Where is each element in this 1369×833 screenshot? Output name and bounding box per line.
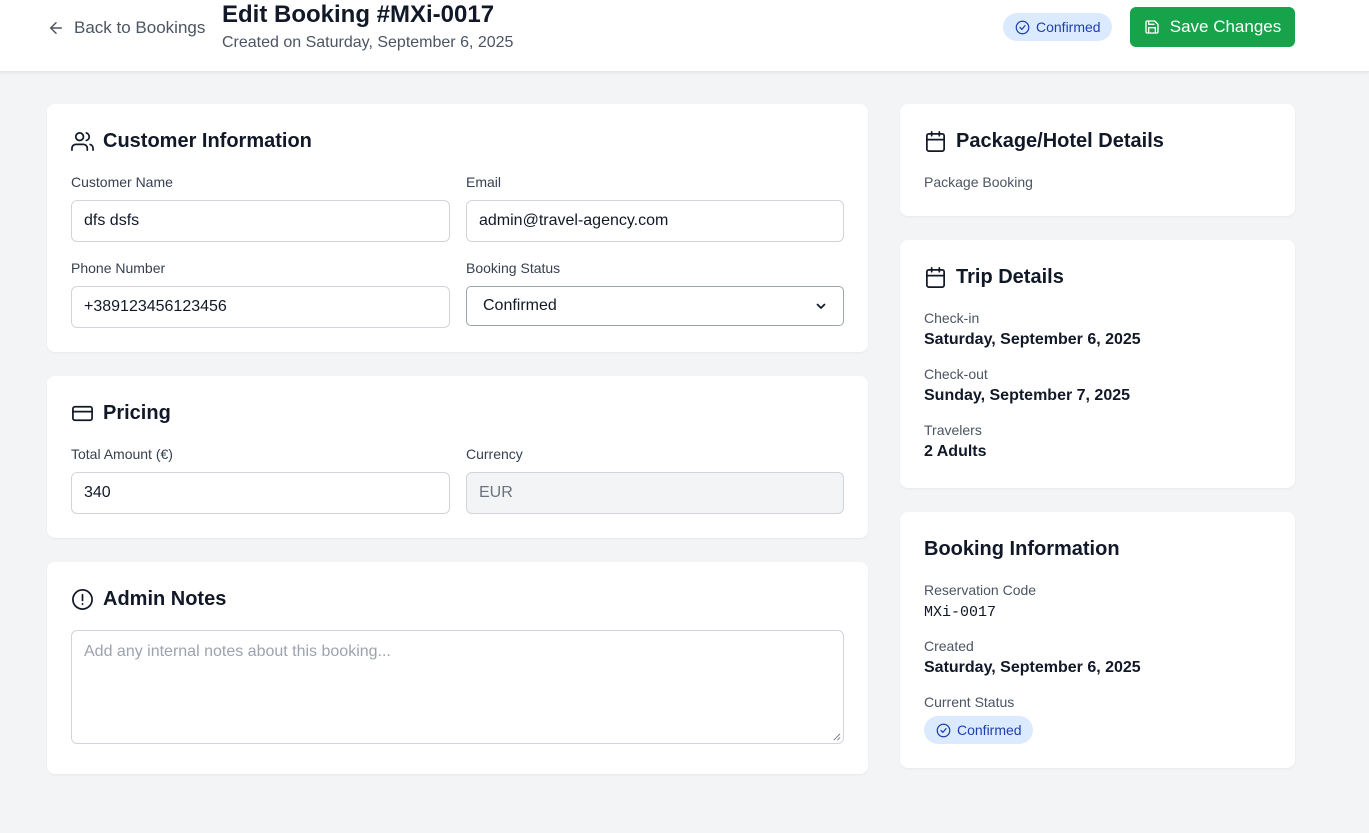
reservation-code-value: MXi-0017 (924, 604, 997, 621)
customer-information-card: Customer Information Customer Name Email… (47, 104, 868, 352)
pricing-title: Pricing (103, 402, 171, 424)
status-badge: Confirmed (1003, 13, 1112, 41)
save-changes-button[interactable]: Save Changes (1130, 7, 1295, 47)
check-circle-icon (936, 723, 951, 737)
current-status-label: Current Status (924, 694, 1015, 710)
status-badge-label: Confirmed (1036, 19, 1101, 35)
booking-status-select[interactable]: Confirmed (466, 286, 844, 326)
back-to-bookings-link[interactable]: Back to Bookings (47, 16, 205, 40)
package-hotel-title: Package/Hotel Details (956, 130, 1164, 152)
admin-notes-heading: Admin Notes (71, 588, 226, 611)
currency-label: Currency (466, 446, 523, 462)
email-label: Email (466, 174, 502, 190)
calendar-icon (926, 267, 945, 288)
resize-handle-icon[interactable] (832, 732, 841, 741)
calendar-icon (926, 131, 945, 152)
email-input[interactable] (466, 200, 844, 242)
package-hotel-card: Package/Hotel Details Package Booking (900, 104, 1295, 216)
total-amount-input[interactable] (71, 472, 450, 514)
trip-details-title: Trip Details (956, 266, 1064, 288)
booking-status-selected-value: Confirmed (483, 297, 557, 314)
checkin-value: Saturday, September 6, 2025 (924, 331, 1141, 348)
current-status-badge-label: Confirmed (957, 722, 1022, 738)
checkin-label: Check-in (924, 310, 980, 326)
package-hotel-heading: Package/Hotel Details (924, 130, 1164, 153)
booking-information-card: Booking Information Reservation Code MXi… (900, 512, 1295, 768)
currency-input (466, 472, 844, 514)
travelers-label: Travelers (924, 422, 982, 438)
created-label: Created (924, 638, 974, 654)
users-icon (71, 132, 94, 151)
booking-information-title: Booking Information (924, 538, 1120, 560)
checkout-label: Check-out (924, 366, 988, 382)
admin-notes-textarea[interactable]: Add any internal notes about this bookin… (71, 630, 844, 744)
check-circle-icon (1015, 20, 1030, 34)
alert-circle-icon (72, 589, 93, 610)
credit-card-icon (72, 405, 93, 422)
booking-information-heading: Booking Information (924, 538, 1120, 561)
reservation-code-label: Reservation Code (924, 582, 1037, 598)
arrow-left-icon (50, 22, 62, 34)
admin-notes-placeholder: Add any internal notes about this bookin… (84, 643, 391, 660)
admin-notes-title: Admin Notes (103, 588, 227, 610)
package-type-text: Package Booking (924, 174, 1033, 190)
total-amount-label: Total Amount (€) (71, 446, 173, 462)
phone-number-label: Phone Number (71, 260, 166, 276)
phone-number-input[interactable] (71, 286, 450, 328)
travelers-value: 2 Adults (924, 443, 987, 460)
pricing-card: Pricing Total Amount (€) Currency (47, 376, 868, 538)
customer-information-heading: Customer Information (71, 130, 312, 153)
trip-details-heading: Trip Details (924, 266, 1064, 289)
current-status-badge: Confirmed (924, 716, 1033, 744)
trip-details-card: Trip Details Check-in Saturday, Septembe… (900, 240, 1295, 488)
back-link-label: Back to Bookings (74, 18, 206, 37)
booking-status-label: Booking Status (466, 260, 561, 276)
admin-notes-card: Admin Notes Add any internal notes about… (47, 562, 868, 774)
top-header: Back to Bookings Edit Booking #MXi-0017 … (0, 0, 1369, 72)
pricing-heading: Pricing (71, 402, 171, 425)
save-button-label: Save Changes (1169, 17, 1282, 36)
customer-name-label: Customer Name (71, 174, 173, 190)
customer-information-title: Customer Information (103, 130, 312, 152)
page-title: Edit Booking #MXi-0017 (222, 1, 495, 28)
created-value: Saturday, September 6, 2025 (924, 659, 1141, 676)
customer-name-input[interactable] (71, 200, 450, 242)
page-subtitle: Created on Saturday, September 6, 2025 (222, 34, 514, 51)
chevron-down-icon (816, 303, 826, 309)
save-icon (1145, 20, 1159, 34)
checkout-value: Sunday, September 7, 2025 (924, 387, 1131, 404)
